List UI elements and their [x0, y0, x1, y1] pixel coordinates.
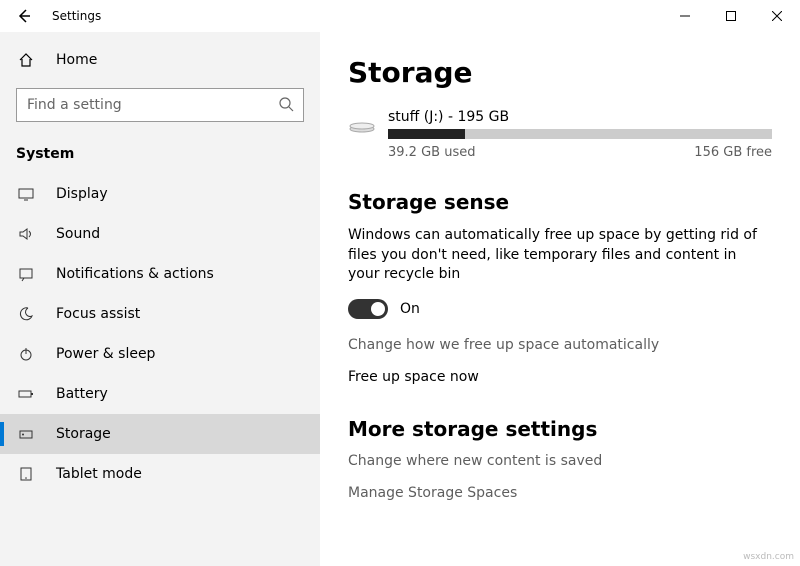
more-storage-title: More storage settings	[348, 417, 772, 441]
nav-label: Notifications & actions	[56, 266, 214, 282]
nav-item-power-sleep[interactable]: Power & sleep	[0, 334, 320, 374]
nav-label: Focus assist	[56, 306, 140, 322]
storage-icon	[16, 426, 36, 442]
link-storage-spaces[interactable]: Manage Storage Spaces	[348, 485, 772, 501]
search-icon	[278, 96, 294, 112]
nav-label: Power & sleep	[56, 346, 155, 362]
back-button[interactable]	[12, 4, 36, 28]
drive-progress-fill	[388, 129, 465, 139]
drive-name: stuff (J:) - 195 GB	[388, 109, 772, 125]
arrow-left-icon	[16, 8, 32, 24]
home-icon	[16, 52, 36, 68]
nav-label: Display	[56, 186, 108, 202]
nav-item-storage[interactable]: Storage	[0, 414, 320, 454]
nav-item-focus-assist[interactable]: Focus assist	[0, 294, 320, 334]
nav-item-sound[interactable]: Sound	[0, 214, 320, 254]
home-button[interactable]: Home	[0, 40, 320, 80]
link-change-where[interactable]: Change where new content is saved	[348, 453, 772, 469]
maximize-icon	[726, 11, 736, 21]
drive-progress	[388, 129, 772, 139]
nav-item-notifications[interactable]: Notifications & actions	[0, 254, 320, 294]
sound-icon	[16, 226, 36, 242]
storage-sense-toggle[interactable]	[348, 299, 388, 319]
window-title: Settings	[52, 9, 101, 23]
toggle-state-label: On	[400, 301, 420, 317]
nav-label: Battery	[56, 386, 108, 402]
maximize-button[interactable]	[708, 0, 754, 32]
power-icon	[16, 346, 36, 362]
battery-icon	[16, 386, 36, 402]
nav-label: Sound	[56, 226, 100, 242]
storage-sense-title: Storage sense	[348, 190, 772, 214]
link-change-auto[interactable]: Change how we free up space automaticall…	[348, 337, 772, 353]
focus-assist-icon	[16, 306, 36, 322]
nav-item-display[interactable]: Display	[0, 174, 320, 214]
storage-sense-desc: Windows can automatically free up space …	[348, 226, 768, 285]
main-content: Storage stuff (J:) - 195 GB 39.2 GB used…	[320, 32, 800, 566]
group-header: System	[0, 138, 320, 174]
drive-free: 156 GB free	[694, 145, 772, 160]
search-input[interactable]	[16, 88, 304, 122]
home-label: Home	[56, 52, 97, 68]
link-free-now[interactable]: Free up space now	[348, 369, 772, 385]
minimize-button[interactable]	[662, 0, 708, 32]
nav-label: Storage	[56, 426, 111, 442]
close-button[interactable]	[754, 0, 800, 32]
nav-item-battery[interactable]: Battery	[0, 374, 320, 414]
drive-used: 39.2 GB used	[388, 145, 475, 160]
nav-item-tablet-mode[interactable]: Tablet mode	[0, 454, 320, 494]
page-title: Storage	[348, 56, 772, 89]
tablet-icon	[16, 466, 36, 482]
drive-icon	[348, 113, 378, 133]
notifications-icon	[16, 266, 36, 282]
sidebar: Home System Display Sound Notifications …	[0, 32, 320, 566]
close-icon	[772, 11, 782, 21]
drive-row[interactable]: stuff (J:) - 195 GB 39.2 GB used 156 GB …	[348, 109, 772, 160]
toggle-knob	[371, 302, 385, 316]
display-icon	[16, 186, 36, 202]
watermark: wsxdn.com	[743, 552, 794, 562]
nav-label: Tablet mode	[56, 466, 142, 482]
minimize-icon	[680, 11, 690, 21]
